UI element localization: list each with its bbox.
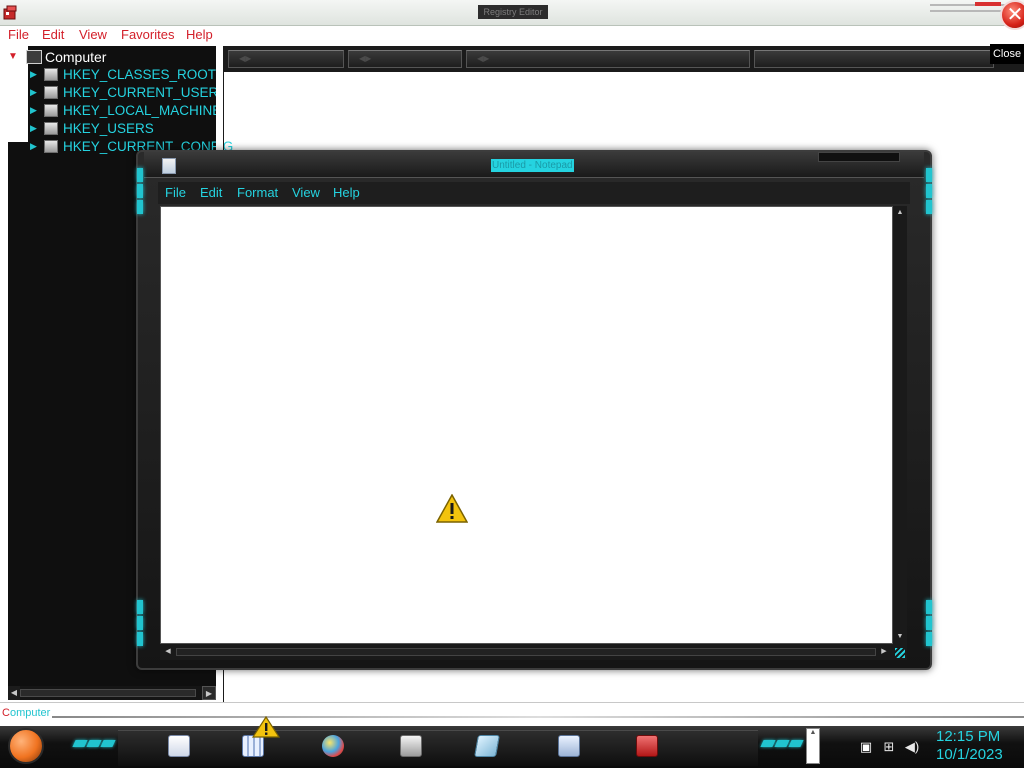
network-icon[interactable]: ⊞: [881, 740, 897, 754]
notepad-title: Untitled - Notepad: [491, 159, 574, 172]
registry-menubar: File Edit View Favorites Help: [0, 26, 224, 44]
frame-led: [137, 168, 143, 182]
status-path-first-letter: C: [2, 707, 10, 719]
performance-monitor-icon: [558, 735, 580, 757]
menu-help[interactable]: Help: [186, 26, 213, 44]
start-button[interactable]: [8, 728, 44, 764]
tree-root-computer[interactable]: Computer: [45, 49, 106, 65]
menu-edit[interactable]: Edit: [200, 185, 222, 201]
notepad-icon[interactable]: [162, 158, 176, 174]
close-icon[interactable]: ✕: [1000, 0, 1024, 30]
scrollbar-thumb[interactable]: [20, 689, 196, 697]
frame-led: [137, 632, 143, 646]
triangle-right-icon[interactable]: ▶: [30, 87, 40, 97]
wordpad-icon: [168, 735, 190, 757]
frame-led: [137, 616, 143, 630]
frame-led: [926, 616, 932, 630]
frame-led: [926, 600, 932, 614]
grip-lines: [895, 648, 905, 658]
registry-statusbar: [0, 702, 1024, 726]
values-list-header: ◀▶ ◀▶ ◀▶: [224, 46, 1024, 72]
frame-led: [926, 632, 932, 646]
frame-led: [926, 168, 932, 182]
column-header-data[interactable]: ◀▶: [466, 50, 750, 68]
tree-item-label: HKEY_USERS: [63, 121, 154, 136]
taskbar-app-toolbox[interactable]: [630, 731, 664, 761]
titlebar-accent: [975, 2, 1001, 6]
triangle-right-icon[interactable]: ▶: [30, 105, 40, 115]
registry-editor-title: Registry Editor: [478, 5, 548, 19]
taskbar-app-paint[interactable]: [316, 731, 350, 761]
show-hidden-icons-icon[interactable]: ▲: [806, 728, 820, 738]
taskbar-app-performance[interactable]: [552, 731, 586, 761]
scroll-right-icon[interactable]: ▶: [202, 686, 216, 700]
column-header-type[interactable]: ◀▶: [348, 50, 462, 68]
scroll-left-icon[interactable]: ◀: [8, 686, 20, 700]
folder-icon: [44, 122, 58, 135]
menu-favorites[interactable]: Favorites: [121, 26, 174, 44]
notepad-icon: [474, 735, 500, 757]
menu-file[interactable]: File: [165, 185, 186, 201]
menu-file[interactable]: File: [8, 26, 29, 44]
sort-arrows-icon: ◀▶: [477, 54, 490, 63]
statusbar-divider: [52, 716, 1024, 718]
close-tooltip: Close: [990, 44, 1024, 64]
menu-view[interactable]: View: [79, 26, 107, 44]
calculator-icon: [242, 735, 264, 757]
menu-format[interactable]: Format: [237, 185, 278, 201]
clock-time[interactable]: 12:15 PM: [936, 728, 1000, 745]
menu-view[interactable]: View: [292, 185, 320, 201]
network-error-icon[interactable]: ▣: [858, 740, 874, 754]
menu-edit[interactable]: Edit: [42, 26, 64, 44]
notepad-horizontal-scrollbar[interactable]: ◀ ▶: [160, 644, 893, 660]
status-path-rest: omputer: [9, 707, 51, 719]
scroll-right-icon[interactable]: ▶: [878, 646, 890, 658]
column-header-name[interactable]: ◀▶: [228, 50, 344, 68]
desktop-screen: Registry Editor ✕ File Edit View Favorit…: [0, 0, 1024, 768]
computer-icon: [26, 50, 42, 64]
titlebar-notch: [818, 152, 900, 162]
folder-icon: [44, 140, 58, 153]
frame-led: [926, 184, 932, 198]
folder-icon: [44, 86, 58, 99]
registry-icon[interactable]: [3, 4, 19, 20]
scroll-down-icon[interactable]: ▼: [893, 632, 907, 642]
clock-date[interactable]: 10/1/2023: [936, 746, 1003, 763]
menu-help[interactable]: Help: [333, 185, 360, 201]
tree-horizontal-scrollbar[interactable]: ◀ ▶: [8, 686, 216, 700]
taskbar-app-printer[interactable]: [394, 731, 428, 761]
folder-icon: [44, 68, 58, 81]
triangle-right-icon[interactable]: ▶: [30, 69, 40, 79]
triangle-right-icon[interactable]: ▶: [30, 141, 40, 151]
toolbox-icon: [636, 735, 658, 757]
tree-item-label: HKEY_CURRENT_USER: [63, 85, 219, 100]
paint-icon: [322, 735, 344, 757]
taskbar-app-notepad[interactable]: [470, 731, 504, 761]
printer-icon: [400, 735, 422, 757]
chevron-down-icon[interactable]: ▼: [8, 52, 18, 62]
sort-arrows-icon: ◀▶: [359, 54, 372, 63]
tree-item-label: HKEY_LOCAL_MACHINE: [63, 103, 222, 118]
frame-led: [137, 600, 143, 614]
notepad-menubar: File Edit Format View Help: [158, 182, 910, 204]
status-path: Computer: [2, 706, 50, 720]
triangle-right-icon[interactable]: ▶: [30, 123, 40, 133]
scroll-left-icon[interactable]: ◀: [162, 646, 174, 658]
tree-item-label: HKEY_CLASSES_ROOT: [63, 67, 217, 82]
folder-icon: [44, 104, 58, 117]
column-header-extra[interactable]: [754, 50, 994, 68]
taskbar-app-wordpad[interactable]: [162, 731, 196, 761]
frame-led: [137, 184, 143, 198]
warning-icon: [436, 494, 468, 523]
scroll-up-icon[interactable]: ▲: [893, 208, 907, 218]
sort-arrows-icon: ◀▶: [239, 54, 252, 63]
volume-icon[interactable]: ◀): [904, 740, 920, 754]
frame-led: [926, 200, 932, 214]
notepad-vertical-scrollbar[interactable]: ▲ ▼: [893, 206, 907, 644]
notepad-text-area[interactable]: [160, 206, 893, 644]
frame-led: [137, 200, 143, 214]
warning-icon: [252, 716, 280, 738]
resize-grip-icon[interactable]: [893, 644, 907, 660]
scrollbar-thumb[interactable]: [176, 648, 876, 656]
